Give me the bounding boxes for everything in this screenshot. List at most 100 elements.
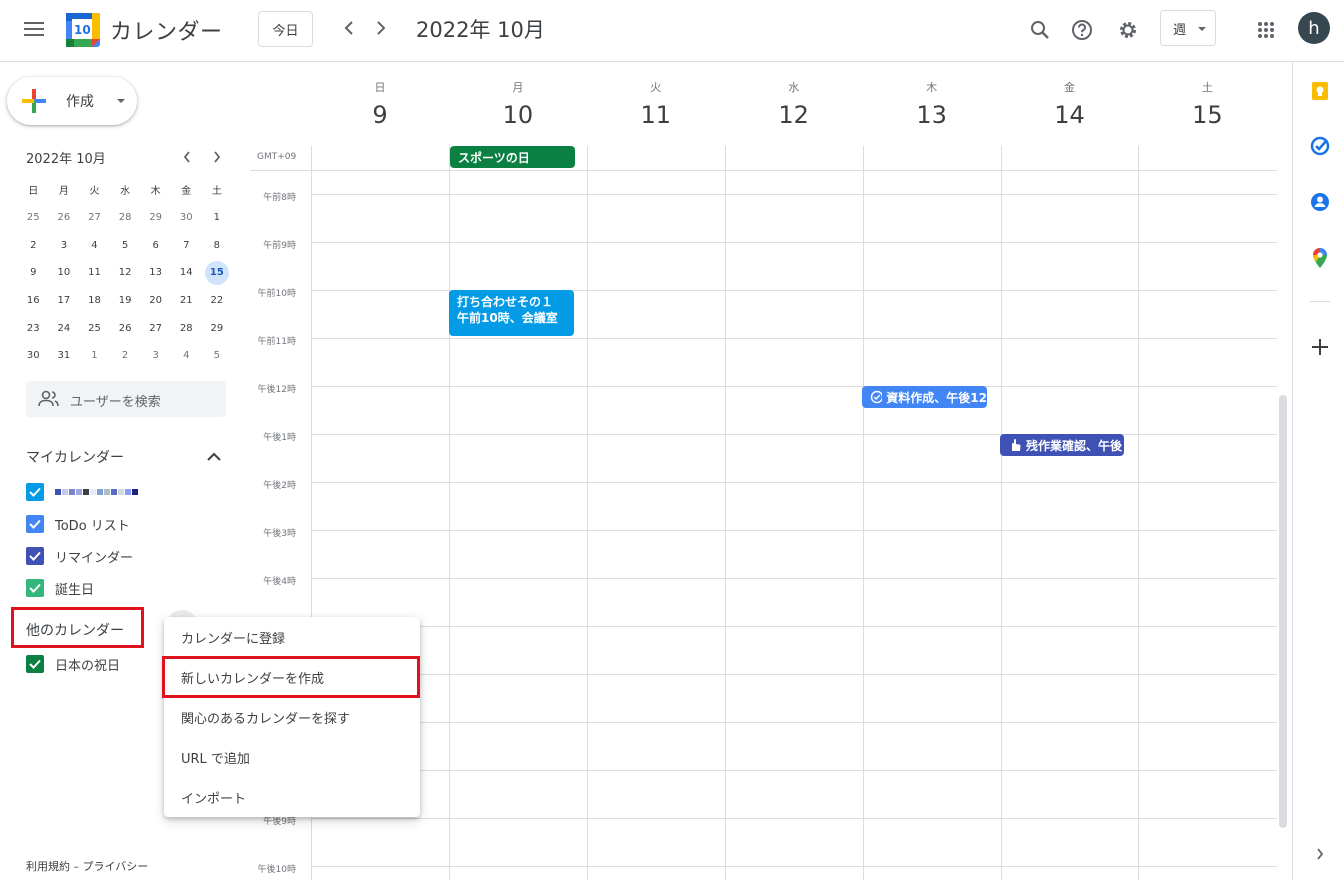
my-calendar-item[interactable] — [26, 481, 139, 503]
expand-panel-button[interactable] — [1308, 842, 1332, 866]
mini-calendar-day[interactable]: 2 — [110, 342, 141, 370]
mini-calendar-day[interactable]: 22 — [202, 287, 233, 315]
mini-calendar-day[interactable]: 19 — [110, 287, 141, 315]
day-number[interactable]: 13 — [863, 101, 1001, 129]
mini-calendar-day[interactable]: 1 — [79, 342, 110, 370]
checkbox[interactable] — [26, 547, 44, 565]
day-number[interactable]: 15 — [1138, 101, 1276, 129]
maps-button[interactable] — [1308, 246, 1332, 270]
day-number[interactable]: 12 — [725, 101, 863, 129]
checkbox[interactable] — [26, 515, 44, 533]
mini-calendar-day[interactable]: 4 — [171, 342, 202, 370]
mini-calendar-day[interactable]: 11 — [79, 259, 110, 287]
mini-calendar-day[interactable]: 14 — [171, 259, 202, 287]
today-button[interactable]: 今日 — [258, 11, 313, 47]
search-button[interactable] — [1020, 10, 1060, 50]
calendar-logo-icon[interactable]: 10 — [66, 13, 100, 47]
mini-calendar-day[interactable]: 30 — [171, 204, 202, 232]
mini-calendar-day[interactable]: 24 — [49, 314, 80, 342]
mini-calendar-day[interactable]: 10 — [49, 259, 80, 287]
settings-button[interactable] — [1108, 10, 1148, 50]
menu-item[interactable]: インポート — [164, 777, 420, 817]
day-number[interactable]: 10 — [449, 101, 587, 129]
mini-calendar-day[interactable]: 28 — [110, 204, 141, 232]
mini-calendar-day[interactable]: 16 — [18, 287, 49, 315]
mini-calendar-day[interactable]: 15 — [202, 259, 233, 287]
mini-calendar-day[interactable]: 25 — [18, 204, 49, 232]
apps-launcher-button[interactable] — [1246, 10, 1286, 50]
mini-calendar-day[interactable]: 17 — [49, 287, 80, 315]
checkbox[interactable] — [26, 483, 44, 501]
mini-calendar-day[interactable]: 3 — [140, 342, 171, 370]
event-holiday[interactable]: スポーツの日 — [450, 146, 575, 168]
day-number[interactable]: 9 — [311, 101, 449, 129]
checkbox[interactable] — [26, 655, 44, 673]
view-selector[interactable]: 週 — [1160, 10, 1216, 46]
day-column-header[interactable]: 火 11 — [587, 62, 725, 129]
mini-calendar-day[interactable]: 9 — [18, 259, 49, 287]
event-reminder[interactable]: 残作業確認、午後 — [1000, 434, 1124, 456]
other-calendar-item[interactable]: 日本の祝日 — [26, 653, 120, 675]
checkbox[interactable] — [26, 579, 44, 597]
mini-calendar-day[interactable]: 29 — [202, 314, 233, 342]
mini-calendar-day[interactable]: 1 — [202, 204, 233, 232]
previous-week-button[interactable] — [333, 12, 365, 44]
mini-calendar-day[interactable]: 31 — [49, 342, 80, 370]
grid-scrollbar[interactable] — [1279, 395, 1287, 828]
create-button[interactable]: 作成 — [7, 77, 137, 125]
terms-privacy-links[interactable]: 利用規約 – プライバシー — [26, 858, 148, 874]
help-button[interactable] — [1062, 10, 1102, 50]
mini-calendar-day[interactable]: 12 — [110, 259, 141, 287]
day-number[interactable]: 11 — [587, 101, 725, 129]
my-calendar-item[interactable]: ToDo リスト — [26, 513, 130, 535]
grid-hour-line — [311, 770, 1277, 771]
mini-calendar-day[interactable]: 27 — [79, 204, 110, 232]
mini-calendar-next-button[interactable] — [205, 145, 229, 169]
mini-calendar-day[interactable]: 28 — [171, 314, 202, 342]
mini-calendar-day[interactable]: 5 — [202, 342, 233, 370]
mini-calendar-day[interactable]: 13 — [140, 259, 171, 287]
mini-calendar-day[interactable]: 4 — [79, 231, 110, 259]
mini-calendar-day[interactable]: 23 — [18, 314, 49, 342]
day-column-header[interactable]: 日9 — [311, 62, 449, 129]
add-addon-button[interactable] — [1308, 335, 1332, 359]
mini-calendar-day[interactable]: 26 — [49, 204, 80, 232]
day-number[interactable]: 14 — [1001, 101, 1139, 129]
mini-calendar-day[interactable]: 6 — [140, 231, 171, 259]
mini-calendar-day[interactable]: 5 — [110, 231, 141, 259]
next-week-button[interactable] — [365, 12, 397, 44]
event-meeting[interactable]: 打ち合わせその１ 午前10時、会議室 — [449, 290, 574, 336]
mini-calendar-day[interactable]: 2 — [18, 231, 49, 259]
mini-calendar-day[interactable]: 7 — [171, 231, 202, 259]
keep-button[interactable] — [1308, 79, 1332, 103]
tasks-button[interactable] — [1308, 134, 1332, 158]
account-avatar[interactable]: h — [1298, 12, 1330, 44]
menu-item[interactable]: カレンダーに登録 — [164, 617, 420, 657]
my-calendar-item[interactable]: 誕生日 — [26, 577, 94, 599]
mini-calendar-day[interactable]: 30 — [18, 342, 49, 370]
menu-item[interactable]: 関心のあるカレンダーを探す — [164, 697, 420, 737]
mini-calendar-day[interactable]: 25 — [79, 314, 110, 342]
main-menu-button[interactable] — [14, 9, 54, 49]
mini-calendar-prev-button[interactable] — [175, 145, 199, 169]
day-column-header[interactable]: 木 13 — [863, 62, 1001, 129]
mini-calendar-day[interactable]: 20 — [140, 287, 171, 315]
mini-calendar-day[interactable]: 8 — [202, 231, 233, 259]
mini-calendar-day[interactable]: 26 — [110, 314, 141, 342]
mini-calendar-day[interactable]: 3 — [49, 231, 80, 259]
day-column-header[interactable]: 月 10 — [449, 62, 587, 129]
contacts-button[interactable] — [1308, 190, 1332, 214]
collapse-my-calendars-button[interactable] — [205, 448, 223, 466]
my-calendar-item[interactable]: リマインダー — [26, 545, 133, 567]
mini-calendar-day[interactable]: 29 — [140, 204, 171, 232]
search-people-input[interactable]: ユーザーを検索 — [26, 381, 226, 417]
mini-calendar-day[interactable]: 27 — [140, 314, 171, 342]
day-column-header[interactable]: 金 14 — [1001, 62, 1139, 129]
my-calendars-title[interactable]: マイカレンダー — [26, 447, 124, 467]
day-column-header[interactable]: 土 15 — [1138, 62, 1276, 129]
mini-calendar-day[interactable]: 18 — [79, 287, 110, 315]
event-task[interactable]: 資料作成、午後12 — [862, 386, 987, 408]
day-column-header[interactable]: 水 12 — [725, 62, 863, 129]
menu-item[interactable]: URL で追加 — [164, 737, 420, 777]
mini-calendar-day[interactable]: 21 — [171, 287, 202, 315]
